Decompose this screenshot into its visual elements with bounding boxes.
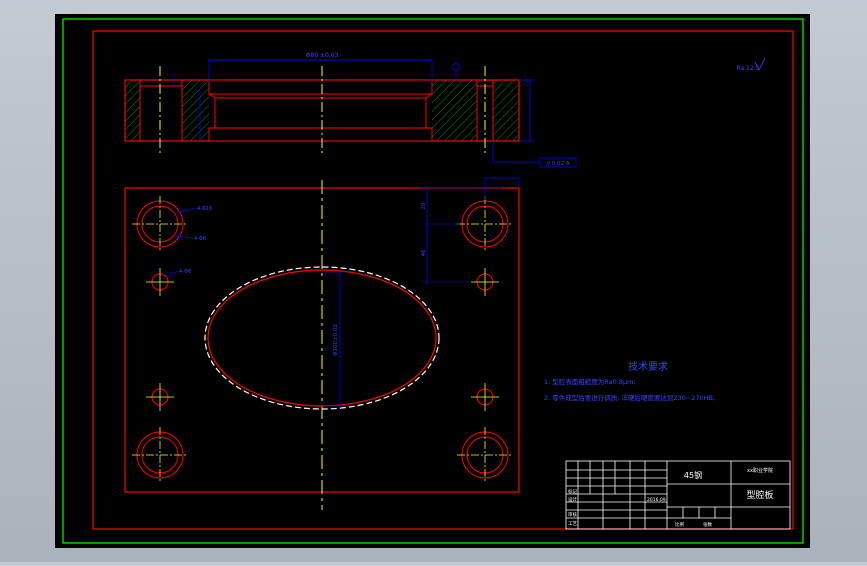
title-part-name: 型腔板 — [746, 489, 773, 501]
title-sheet-label: 张数 — [703, 521, 712, 528]
tech-req-title: 技术要求 — [628, 360, 668, 373]
dim-text-46: 46 — [421, 250, 427, 256]
title-row-label-3: 审核 — [568, 511, 577, 518]
hatch-left-inner — [182, 80, 209, 141]
title-row-label-4: 工艺 — [568, 521, 577, 527]
hatch-left-outer — [125, 80, 140, 141]
title-material: 45钢 — [684, 470, 702, 480]
roughness-note: Ra 12.5 — [737, 65, 760, 72]
callout-hole-lower: 4-Φ8 — [194, 236, 206, 242]
title-school: xx职业学院 — [747, 467, 773, 474]
title-date: 2016.09 — [647, 497, 666, 503]
title-row-label-1: 标记 — [568, 488, 577, 495]
cad-drawing-canvas[interactable]: Φ80 ±0.03 // 0.02 A Ra 12.5 Φ100±0.02 4-… — [0, 0, 867, 562]
tolerance-frame-text: // 0.02 A — [546, 161, 569, 167]
tech-req-1: 1. 型腔表面粗糙度为Ra0.8μm; — [544, 377, 636, 386]
callout-pin-hole: 4-Φ8 — [179, 269, 191, 275]
title-row-label-2: 设计 — [568, 496, 577, 503]
hatch-right-inner — [432, 80, 477, 141]
callout-hole-upper: 4-Φ16 — [197, 206, 212, 212]
cad-window: Φ80 ±0.03 // 0.02 A Ra 12.5 Φ100±0.02 4-… — [0, 0, 867, 562]
title-scale-label: 比例 — [675, 521, 684, 528]
oval-dim-text: Φ100±0.02 — [333, 324, 339, 356]
dim-text-20: 20 — [421, 203, 427, 209]
dim-text-top: Φ80 ±0.03 — [306, 52, 339, 59]
tech-req-2: 2. 零件成型后要进行调质, 淬硬后硬度要达到230~270HB; — [544, 393, 715, 402]
hatch-right-outer — [493, 80, 519, 141]
